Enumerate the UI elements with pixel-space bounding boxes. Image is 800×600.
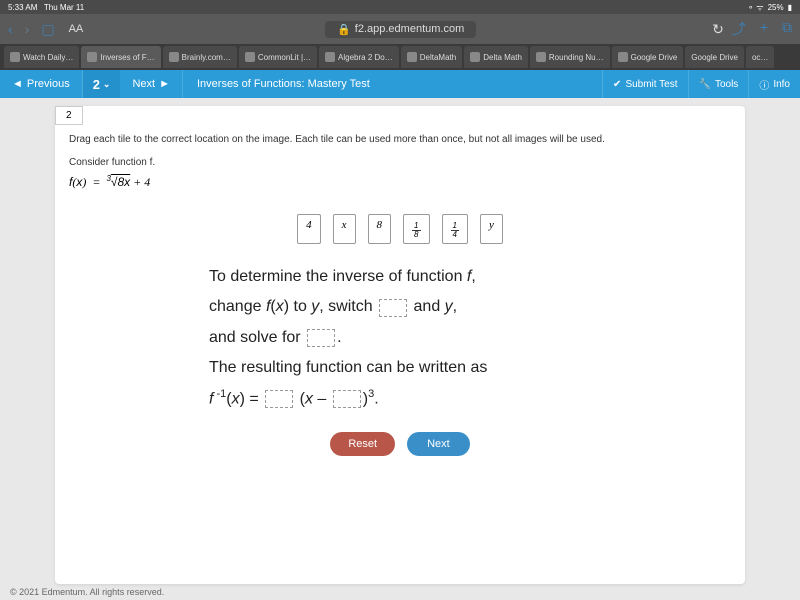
reset-button[interactable]: Reset — [330, 432, 395, 456]
edmentum-header: ◄ Previous 2 ⌄ Next ► Inverses of Functi… — [0, 70, 800, 98]
text-size-button[interactable]: AA — [63, 21, 90, 37]
prev-arrow-icon: ◄ — [12, 78, 23, 90]
status-time: 5:33 AM — [8, 3, 37, 12]
site-icon — [245, 52, 255, 62]
next-arrow-icon: ► — [159, 78, 170, 90]
tab-commonlit[interactable]: CommonLit |… — [239, 46, 317, 68]
tab-oc[interactable]: oc… — [746, 46, 774, 68]
instruction-text: Drag each tile to the correct location o… — [69, 134, 731, 145]
status-date: Thu Mar 11 — [44, 3, 84, 12]
site-icon — [325, 52, 335, 62]
tab-algebra[interactable]: Algebra 2 Do… — [319, 46, 399, 68]
share-icon[interactable]: ⤴ — [732, 19, 746, 39]
result-line: The resulting function can be written as — [209, 359, 487, 376]
question-tab-number: 2 — [55, 106, 83, 125]
tile-one-fourth[interactable]: 14 — [442, 214, 468, 244]
draggable-tiles-row: 4 x 8 18 14 y — [69, 214, 731, 244]
problem-text: To determine the inverse of function f, … — [69, 262, 731, 414]
info-icon: ⓘ — [759, 77, 769, 92]
tab-inverses[interactable]: Inverses of F… — [81, 46, 160, 68]
wifi-icon: ⚬ ᯤ — [747, 2, 763, 13]
site-icon — [407, 52, 417, 62]
tabs-icon[interactable]: ⧉ — [782, 19, 792, 39]
tab-gdrive2[interactable]: Google Drive — [685, 46, 744, 68]
battery-icon: ▮ — [788, 3, 792, 12]
tile-4[interactable]: 4 — [297, 214, 321, 244]
submit-test-button[interactable]: ✔ Submit Test — [602, 70, 687, 98]
battery-pct: 25% — [768, 3, 784, 12]
address-bar[interactable]: 🔒 f2.app.edmentum.com — [325, 21, 476, 38]
new-tab-icon[interactable]: + — [760, 19, 768, 39]
drop-zone-1[interactable] — [379, 299, 407, 317]
tab-deltamath1[interactable]: DeltaMath — [401, 46, 462, 68]
main-content-area: 2 Drag each tile to the correct location… — [0, 98, 800, 584]
ipad-status-bar: 5:33 AM Thu Mar 11 ⚬ ᯤ 25% ▮ — [0, 0, 800, 14]
page-title: Inverses of Functions: Mastery Test — [183, 78, 602, 90]
back-icon[interactable]: ‹ — [8, 21, 13, 38]
tools-button[interactable]: 🔧 Tools — [688, 70, 749, 98]
question-number-dropdown[interactable]: 2 ⌄ — [83, 70, 121, 98]
site-icon — [87, 52, 97, 62]
site-icon — [169, 52, 179, 62]
tile-8[interactable]: 8 — [368, 214, 392, 244]
bookmarks-icon[interactable]: ▢ — [41, 21, 54, 38]
site-icon — [618, 52, 628, 62]
tab-watch-daily[interactable]: Watch Daily… — [4, 46, 79, 68]
previous-button[interactable]: ◄ Previous — [0, 70, 83, 98]
wrench-icon: 🔧 — [699, 79, 711, 90]
site-icon — [470, 52, 480, 62]
drop-zone-4[interactable] — [333, 390, 361, 408]
chevron-down-icon: ⌄ — [103, 79, 111, 90]
consider-text: Consider function f. — [69, 157, 731, 168]
tile-y[interactable]: y — [480, 214, 503, 244]
tab-deltamath2[interactable]: Delta Math — [464, 46, 528, 68]
tile-x[interactable]: x — [333, 214, 356, 244]
url-text: f2.app.edmentum.com — [355, 23, 464, 35]
tab-rounding[interactable]: Rounding Nu… — [530, 46, 610, 68]
browser-tabs: Watch Daily… Inverses of F… Brainly.com…… — [0, 44, 800, 70]
safari-toolbar: ‹ › ▢ AA 🔒 f2.app.edmentum.com ↻ ⤴ + ⧉ — [0, 14, 800, 44]
drop-zone-2[interactable] — [307, 329, 335, 347]
function-formula: f(x) = 3√8x + 4 — [69, 174, 731, 190]
tile-one-eighth[interactable]: 18 — [403, 214, 429, 244]
footer-copyright: © 2021 Edmentum. All rights reserved. — [0, 584, 800, 600]
question-panel: 2 Drag each tile to the correct location… — [55, 106, 745, 584]
next-q-button[interactable]: Next — [407, 432, 470, 456]
drop-zone-3[interactable] — [265, 390, 293, 408]
forward-icon[interactable]: › — [25, 21, 30, 38]
action-buttons: Reset Next — [69, 432, 731, 456]
tab-brainly[interactable]: Brainly.com… — [163, 46, 237, 68]
check-icon: ✔ — [613, 79, 621, 90]
site-icon — [536, 52, 546, 62]
refresh-icon[interactable]: ↻ — [712, 21, 724, 38]
tab-gdrive1[interactable]: Google Drive — [612, 46, 684, 68]
info-button[interactable]: ⓘ Info — [748, 70, 800, 98]
site-icon — [10, 52, 20, 62]
next-button[interactable]: Next ► — [120, 70, 183, 98]
lock-icon: 🔒 — [337, 23, 351, 36]
